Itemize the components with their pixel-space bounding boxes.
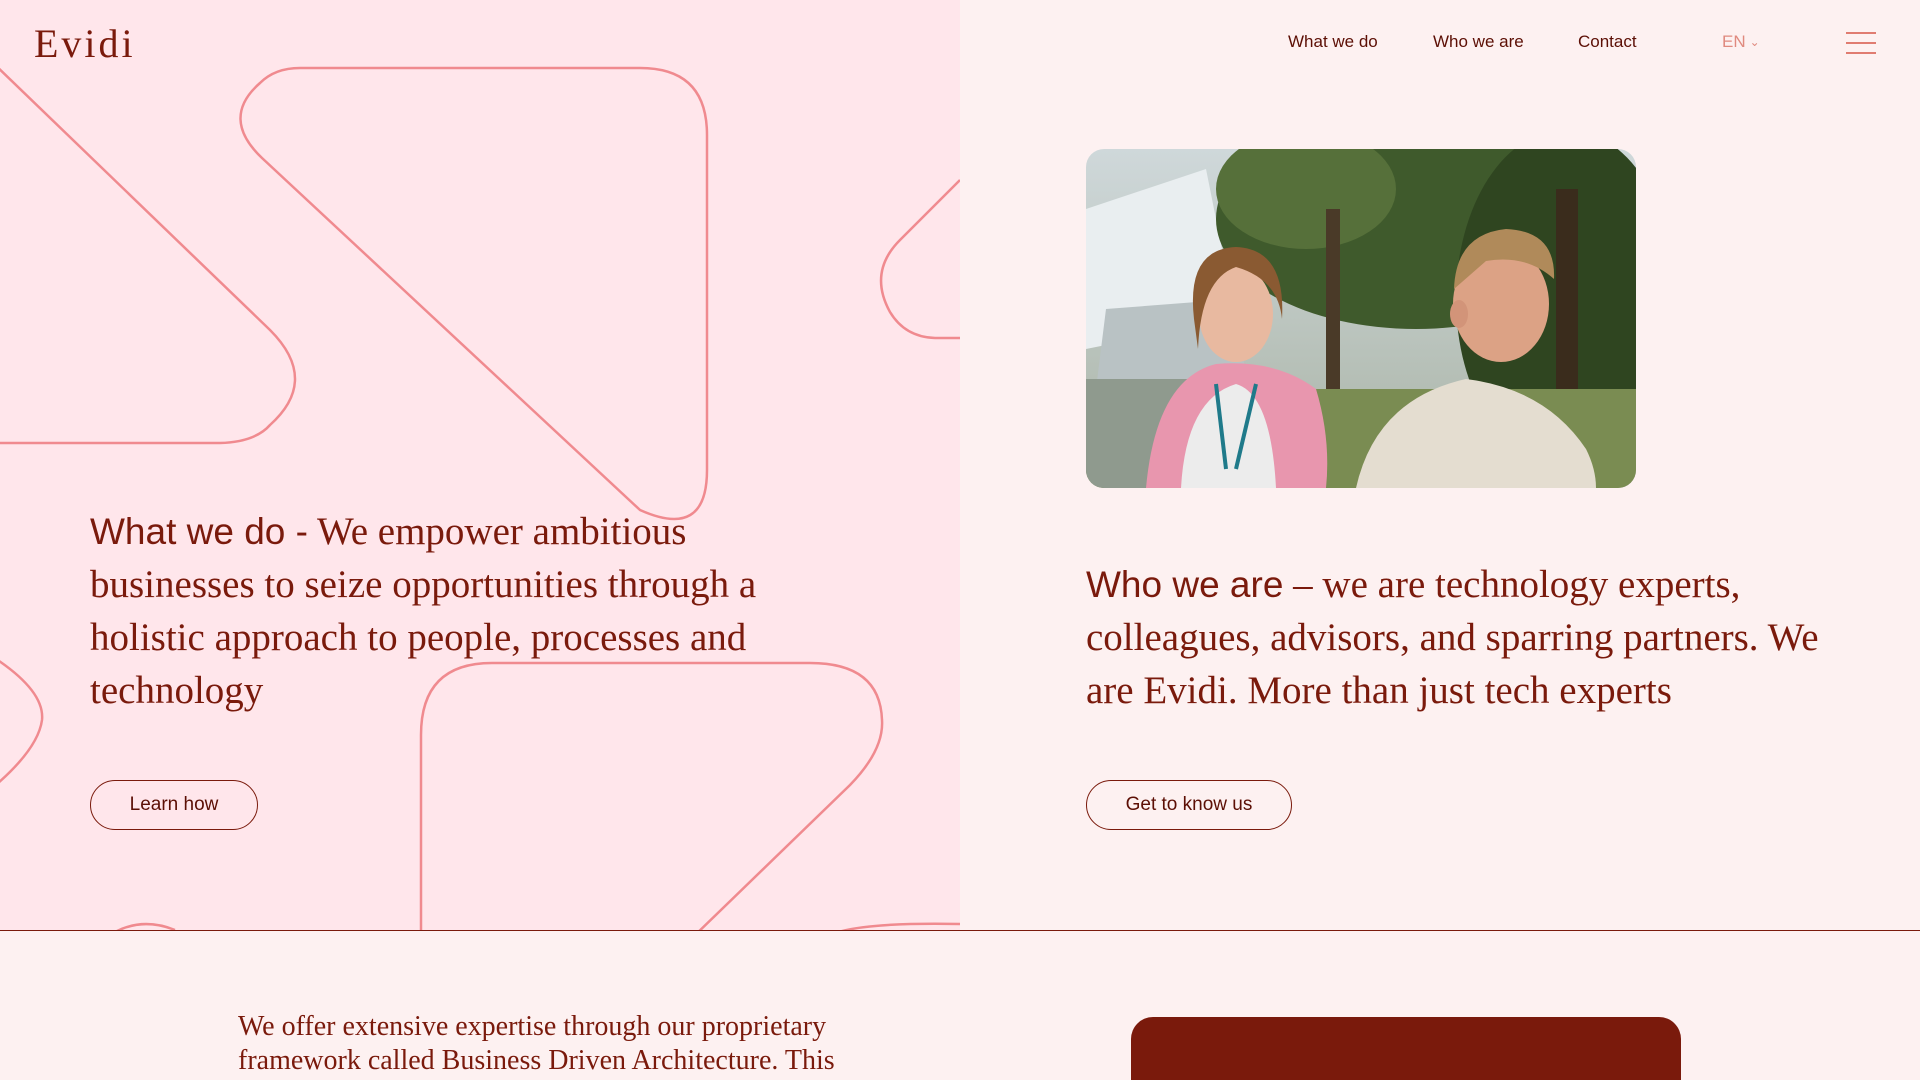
language-label: EN [1722, 32, 1746, 51]
what-we-do-lead: What we do - [90, 511, 308, 552]
team-photo [1086, 149, 1636, 488]
top-navigation: What we do Who we are Contact EN ⌄ [0, 30, 1920, 60]
who-we-are-text: Who we are – we are technology experts, … [1086, 558, 1846, 717]
nav-contact[interactable]: Contact [1578, 32, 1637, 52]
nav-who-we-are[interactable]: Who we are [1433, 32, 1524, 52]
chevron-down-icon: ⌄ [1749, 35, 1760, 49]
hamburger-menu-icon[interactable] [1846, 32, 1876, 54]
nav-what-we-do[interactable]: What we do [1288, 32, 1378, 52]
get-to-know-us-button[interactable]: Get to know us [1086, 780, 1292, 830]
language-selector[interactable]: EN ⌄ [1722, 32, 1760, 52]
feature-card [1131, 1017, 1681, 1080]
what-we-do-text: What we do - We empower ambitious busine… [90, 505, 780, 717]
section-divider [0, 930, 1920, 931]
hero-left-panel: What we do - We empower ambitious busine… [0, 0, 960, 930]
team-photo-image [1086, 149, 1636, 488]
learn-how-button[interactable]: Learn how [90, 780, 258, 830]
intro-text: We offer extensive expertise through our… [238, 1011, 835, 1076]
who-we-are-lead: Who we are [1086, 564, 1284, 605]
